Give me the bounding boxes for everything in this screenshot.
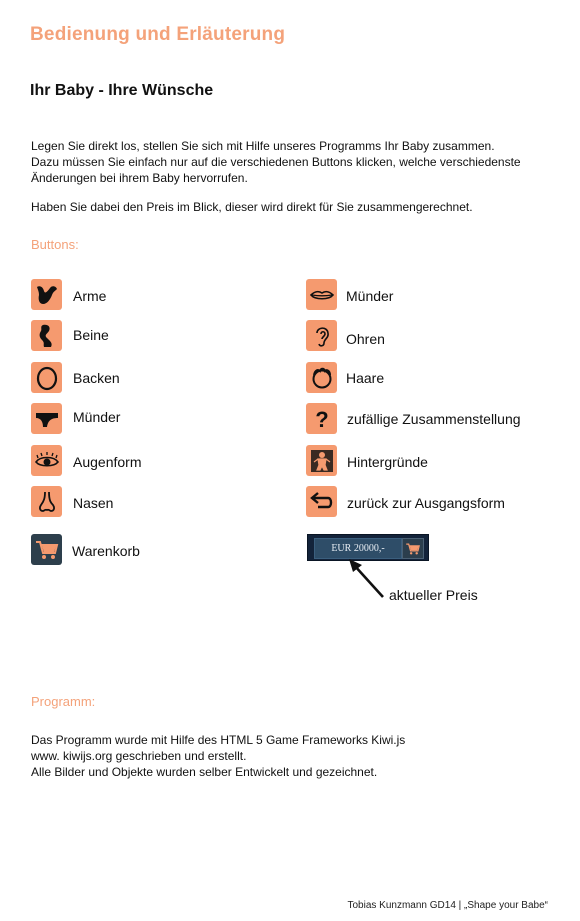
shopping-cart-icon[interactable] (31, 534, 62, 565)
button-label-zurueck: zurück zur Ausgangsform (347, 495, 505, 511)
button-label-backen: Backen (73, 370, 120, 386)
button-label-hintergruende: Hintergründe (347, 454, 428, 470)
leg-icon[interactable] (31, 320, 62, 351)
program-paragraph: Das Programm wurde mit Hilfe des HTML 5 … (31, 732, 551, 780)
arm-icon[interactable] (31, 279, 62, 310)
ear-icon[interactable] (306, 320, 337, 351)
button-label-haare: Haare (346, 370, 385, 386)
nose-icon[interactable] (31, 486, 62, 517)
cart-icon[interactable] (402, 538, 424, 559)
undo-arrow-icon[interactable] (306, 486, 337, 517)
program-heading: Programm: (31, 694, 96, 709)
button-label-zufaellig: zufällige Zusammenstellung (347, 411, 521, 427)
face-outline-icon[interactable] (31, 362, 62, 393)
intro-line: Dazu müssen Sie einfach nur auf die vers… (31, 155, 521, 169)
program-line: Alle Bilder und Objekte wurden selber En… (31, 765, 378, 779)
button-label-muender-right: Münder (346, 288, 394, 304)
page-title: Bedienung und Erläuterung (30, 24, 286, 45)
button-label-beine: Beine (73, 327, 109, 343)
section-subtitle: Ihr Baby - Ihre Wünsche (30, 82, 214, 99)
baby-figure-icon[interactable] (306, 445, 337, 476)
program-line: www. kiwijs.org geschrieben und erstellt… (31, 749, 247, 763)
mouth-shape-icon[interactable] (31, 403, 62, 434)
intro-line: Änderungen bei ihrem Baby hervorrufen. (31, 171, 248, 185)
program-line: Das Programm wurde mit Hilfe des HTML 5 … (31, 733, 406, 747)
button-label-warenkorb: Warenkorb (72, 543, 140, 559)
intro-line: Legen Sie direkt los, stellen Sie sich m… (31, 139, 495, 153)
eye-icon[interactable] (31, 445, 62, 476)
button-label-nasen: Nasen (73, 495, 114, 511)
footer-credit: Tobias Kunzmann GD14 | „Shape your Babe“ (347, 900, 549, 911)
price-note: Haben Sie dabei den Preis im Blick, dies… (31, 200, 473, 214)
buttons-heading: Buttons: (31, 237, 79, 252)
button-label-arme: Arme (73, 288, 107, 304)
price-caption: aktueller Preis (389, 587, 478, 603)
question-mark-icon[interactable]: ? (306, 403, 337, 434)
hair-icon[interactable] (306, 362, 337, 393)
button-label-muender-left: Münder (73, 409, 121, 425)
intro-paragraph: Legen Sie direkt los, stellen Sie sich m… (31, 138, 551, 186)
button-label-ohren: Ohren (346, 331, 385, 347)
lips-icon[interactable] (306, 279, 337, 310)
svg-text:?: ? (315, 407, 328, 432)
button-label-augenform: Augenform (73, 454, 142, 470)
